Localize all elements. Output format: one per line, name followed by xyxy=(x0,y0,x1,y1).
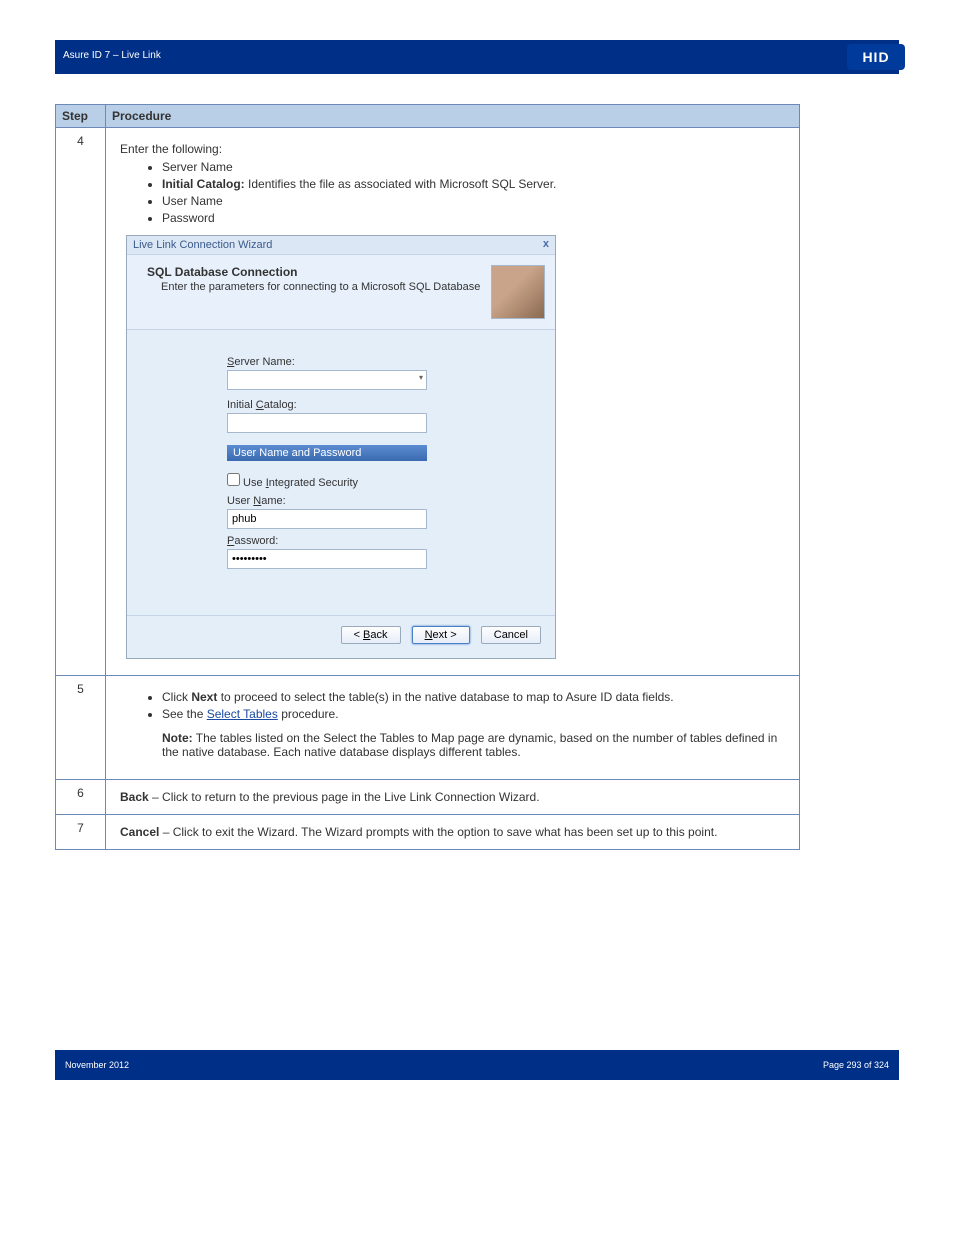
step-6-num: 6 xyxy=(56,780,106,815)
credentials-group-title: User Name and Password xyxy=(227,445,427,461)
label-server-name: Server Name: xyxy=(227,356,555,368)
wizard-dialog: Live Link Connection Wizard x SQL Databa… xyxy=(126,235,556,659)
chevron-down-icon[interactable]: ▾ xyxy=(419,373,423,382)
initial-catalog-input[interactable] xyxy=(227,413,427,433)
credentials-group: User Name and Password Use Integrated Se… xyxy=(227,445,555,575)
wizard-subheading: Enter the parameters for connecting to a… xyxy=(161,281,491,293)
footer-left: November 2012 xyxy=(65,1060,129,1070)
user-name-input[interactable] xyxy=(227,509,427,529)
label-password: Password: xyxy=(227,535,555,547)
integrated-security-checkbox[interactable] xyxy=(227,473,240,486)
wizard-body: Server Name: ▾ Initial Catalog: User Nam… xyxy=(127,330,555,615)
integrated-security-option[interactable]: Use Integrated Security xyxy=(227,473,555,489)
next-button[interactable]: Next > xyxy=(412,626,470,644)
header-banner: Asure ID 7 – Live Link HID xyxy=(55,40,899,74)
hid-logo: HID xyxy=(847,44,905,70)
wizard-header: SQL Database Connection Enter the parame… xyxy=(127,255,555,330)
col-procedure: Procedure xyxy=(106,105,800,128)
step-6-proc: Back – Click to return to the previous p… xyxy=(106,780,800,815)
footer-right: Page 293 of 324 xyxy=(823,1060,889,1070)
step-4-proc: Enter the following: Server Name Initial… xyxy=(106,128,800,676)
banner-caption: Asure ID 7 – Live Link xyxy=(55,40,899,71)
wizard-footer: < Back Next > Cancel xyxy=(127,615,555,658)
wizard-header-image xyxy=(491,265,545,319)
procedure-table: Step Procedure 4 Enter the following: Se… xyxy=(55,104,800,850)
wizard-heading: SQL Database Connection xyxy=(147,265,491,279)
cancel-button[interactable]: Cancel xyxy=(481,626,541,644)
step-5-num: 5 xyxy=(56,676,106,780)
step-7-proc: Cancel – Click to exit the Wizard. The W… xyxy=(106,815,800,850)
step-4-num: 4 xyxy=(56,128,106,676)
select-tables-link[interactable]: Select Tables xyxy=(207,707,278,721)
footer-banner: November 2012 Page 293 of 324 xyxy=(55,1050,899,1080)
back-button[interactable]: < Back xyxy=(341,626,401,644)
step-5-proc: Click Next to proceed to select the tabl… xyxy=(106,676,800,780)
wizard-titlebar: Live Link Connection Wizard x xyxy=(127,236,555,255)
label-user-name: User Name: xyxy=(227,495,555,507)
label-initial-catalog: Initial Catalog: xyxy=(227,399,555,411)
col-step: Step xyxy=(56,105,106,128)
server-name-combo[interactable]: ▾ xyxy=(227,370,427,390)
password-input[interactable] xyxy=(227,549,427,569)
close-icon[interactable]: x xyxy=(543,238,549,250)
step-7-num: 7 xyxy=(56,815,106,850)
